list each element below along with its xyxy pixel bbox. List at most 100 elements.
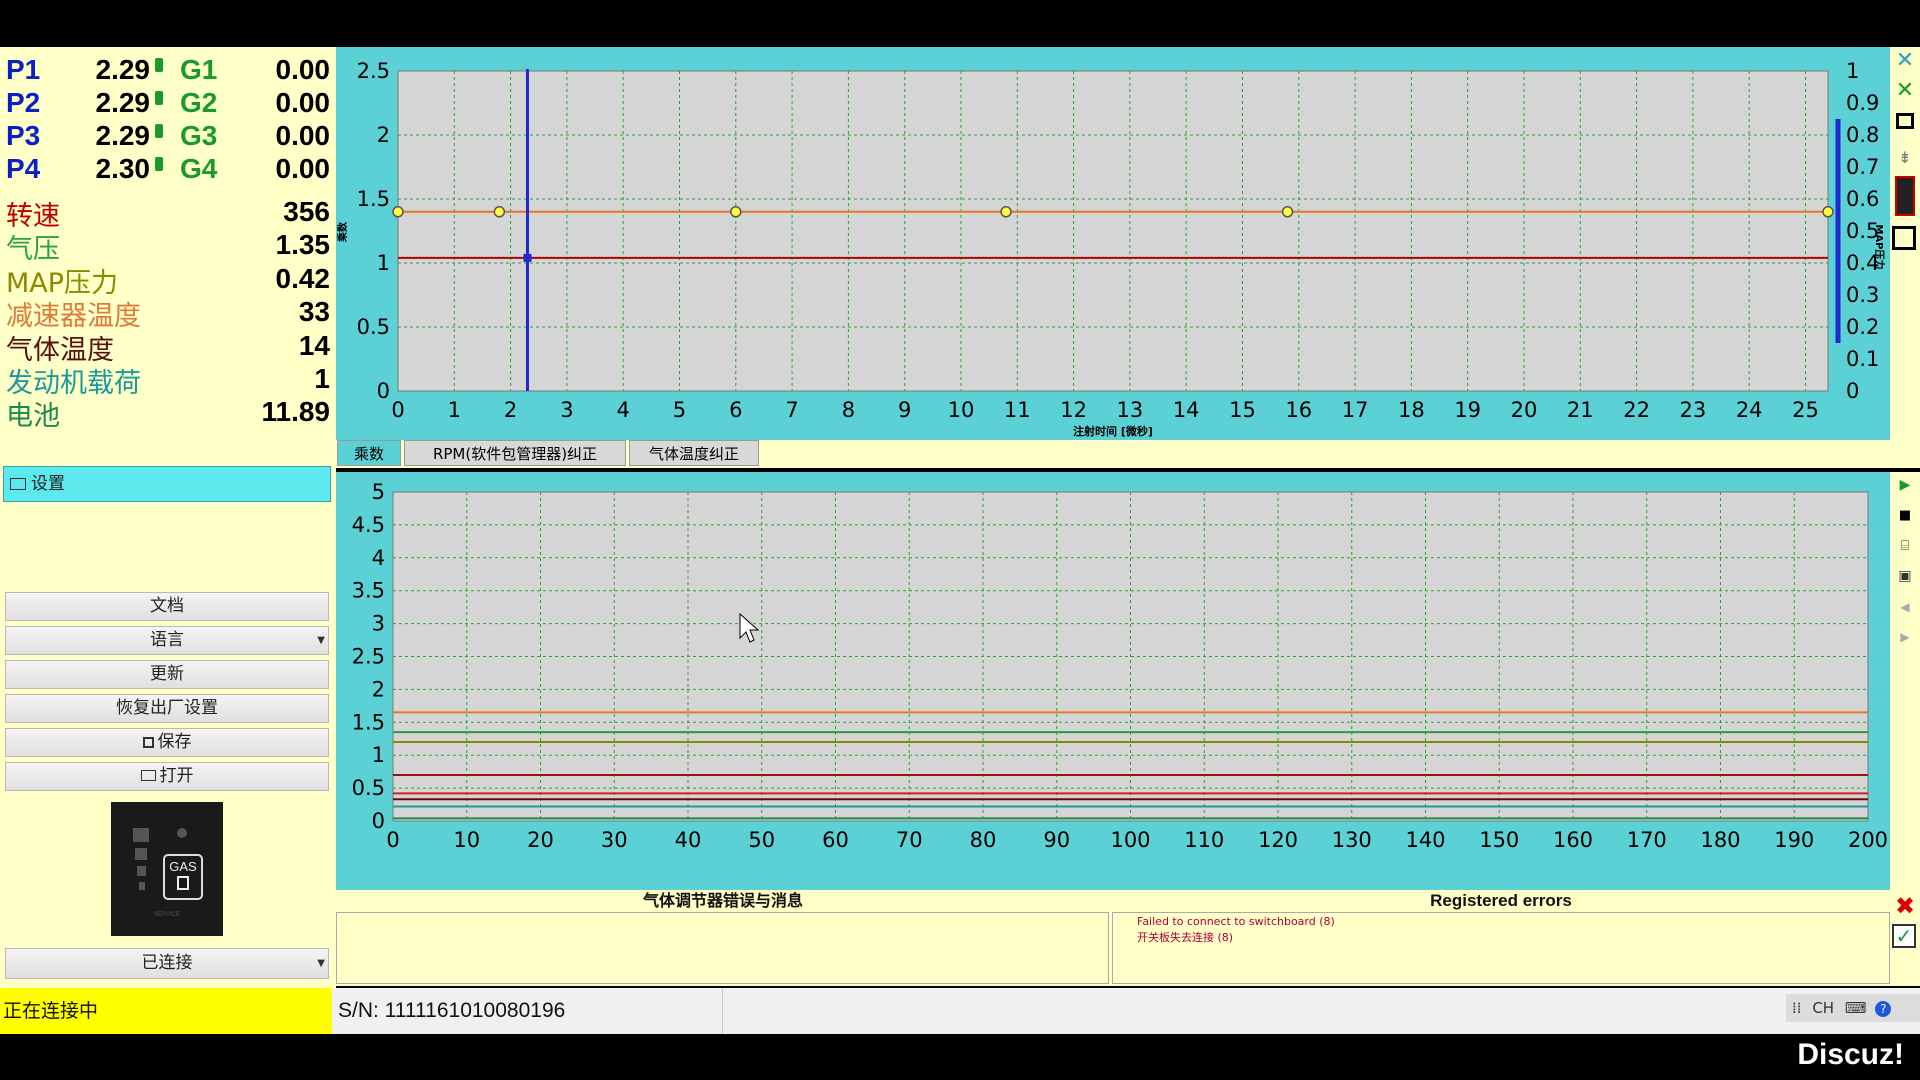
open-label: 打开 (159, 766, 194, 786)
pressure-value: 2.30 (95, 153, 151, 184)
open-button[interactable]: 打开 (5, 762, 329, 791)
stop-icon[interactable]: ■ (1892, 503, 1918, 529)
folder-open-icon (140, 770, 156, 781)
language-select[interactable]: 语言 ▼ (5, 626, 329, 655)
orange-series-point (1822, 206, 1834, 218)
errors-list: Failed to connect to switchboard (8) 开关板失… (1137, 914, 1335, 946)
language-label: 语言 (150, 630, 184, 650)
window-icon[interactable] (1892, 108, 1918, 134)
top-plot-area (398, 71, 1828, 391)
floppy-icon[interactable]: ▣ (1892, 563, 1918, 589)
x-tick-label: 5 (673, 398, 686, 422)
x-tick-label: 8 (842, 398, 855, 422)
serial-number: S/N: 1111161010080196 (336, 988, 723, 1034)
engine-value: 356 (283, 196, 330, 227)
orange-series-point (493, 206, 506, 218)
x-tick-label: 23 (1680, 398, 1707, 422)
y-tick-label: 3.5 (352, 579, 385, 603)
g-label: G1 (180, 54, 218, 85)
error-item[interactable]: 开关板失去连接 (8) (1137, 930, 1335, 946)
x-tick-label: 70 (896, 828, 923, 852)
engine-row: MAP压力 0.42 (0, 261, 336, 299)
factory-reset-label: 恢复出厂设置 (116, 698, 218, 718)
x-tick-label: 20 (1511, 398, 1538, 422)
folder-icon (10, 478, 26, 490)
tab[interactable]: 气体温度纠正 (629, 440, 759, 466)
y-tick-label: 2 (372, 677, 385, 701)
close-all-icon[interactable]: ✕ (1892, 78, 1918, 104)
error-item[interactable]: Failed to connect to switchboard (8) (1137, 914, 1335, 930)
x-tick-label: 10 (948, 398, 975, 422)
messages-box[interactable] (336, 912, 1109, 984)
pressure-label: P3 (6, 120, 41, 151)
play-icon[interactable]: ▶ (1892, 472, 1918, 498)
square-icon[interactable] (1892, 226, 1918, 252)
x-tick-label: 30 (601, 828, 628, 852)
orange-series-point (730, 206, 742, 218)
factory-reset-button[interactable]: 恢复出厂设置 (5, 694, 329, 723)
tree-item-label: 设置 (31, 474, 65, 494)
bottom-chart[interactable]: 0 10 20 30 40 50 60 70 80 90 100 110 120 130 140 150 160… (336, 472, 1890, 890)
pressure-label: P4 (6, 153, 41, 184)
keyboard-icon[interactable]: ⌨ (1845, 999, 1867, 1017)
pressure-value: 2.29 (95, 87, 151, 118)
y-tick-label: 2.5 (357, 59, 390, 83)
g-value: 0.00 (275, 120, 331, 151)
y-tick-label: 0.5 (357, 315, 390, 339)
pressure-row: P1 2.29 G1 0.00 (0, 54, 336, 87)
y2-axis-label: MAP压力 (1873, 224, 1886, 269)
language-indicator[interactable]: CH (1812, 999, 1834, 1017)
g-value: 0.00 (275, 54, 331, 85)
connection-select[interactable]: 已连接 ▼ (5, 948, 329, 979)
zoom-icon[interactable]: ⇟ (1892, 145, 1918, 171)
engine-row: 电池 11.89 (0, 394, 336, 432)
x-tick-label: 4 (617, 398, 630, 422)
x-tick-label: 50 (748, 828, 775, 852)
x-tick-label: 25 (1792, 398, 1819, 422)
pressure-row: P4 2.30 G4 0.00 (0, 153, 336, 186)
gas-service-logo: GAS SERVICE (111, 802, 223, 936)
x-tick-label: 19 (1454, 398, 1481, 422)
x-tick-label: 3 (560, 398, 573, 422)
gas-pump-icon: GAS (163, 854, 203, 900)
tab[interactable]: 乘数 (337, 440, 401, 466)
pressure-row: P2 2.29 G2 0.00 (0, 87, 336, 120)
x-tick-label: 80 (970, 828, 997, 852)
g-value: 0.00 (275, 87, 331, 118)
injector-icon (155, 157, 163, 171)
x-tick-label: 130 (1332, 828, 1372, 852)
cursor-marker (523, 253, 532, 262)
y-tick-label: 0.5 (352, 776, 385, 800)
y2-tick-label: 0.1 (1846, 347, 1879, 371)
clear-errors-icon[interactable]: ✖ (1892, 893, 1918, 919)
engine-row: 转速 356 (0, 194, 336, 232)
tree-item-settings[interactable]: 设置 (3, 466, 331, 502)
engine-value: 14 (298, 329, 330, 361)
x-tick-label: 120 (1258, 828, 1298, 852)
x-tick-label: 11 (1004, 398, 1031, 422)
y2-tick-label: 0.8 (1846, 123, 1879, 147)
save-button[interactable]: 保存 (5, 728, 329, 757)
top-chart[interactable]: 0 1 2 3 4 5 6 7 8 9 10 11 12 13 14 15 16 17 18 19 20 21 22 23 24… (336, 47, 1890, 440)
documents-button[interactable]: 文档 (5, 592, 329, 621)
x-tick-label: 7 (785, 398, 798, 422)
x-tick-label: 18 (1398, 398, 1425, 422)
previous-icon[interactable]: ◀ (1892, 594, 1918, 620)
y-tick-label: 4 (372, 546, 385, 570)
x-tick-label: 20 (527, 828, 554, 852)
tab[interactable]: RPM(软件包管理器)纠正 (404, 440, 626, 466)
x-tick-label: 0 (386, 828, 399, 852)
x-tick-label: 110 (1184, 828, 1224, 852)
confirm-icon[interactable]: ✓ (1892, 924, 1918, 950)
help-icon[interactable]: ? (1875, 1001, 1892, 1017)
update-button[interactable]: 更新 (5, 660, 329, 689)
engine-row: 气压 1.35 (0, 227, 336, 265)
folder-open-icon[interactable]: ⌸ (1892, 533, 1918, 559)
close-graph-icon[interactable]: ✕ (1892, 48, 1918, 74)
y-tick-label: 2 (377, 123, 390, 147)
x-tick-label: 40 (675, 828, 702, 852)
x-tick-label: 12 (1060, 398, 1087, 422)
y2-tick-label: 0 (1846, 379, 1859, 403)
engine-row: 发动机载荷 1 (0, 361, 336, 399)
next-icon[interactable]: ▶ (1892, 624, 1918, 650)
